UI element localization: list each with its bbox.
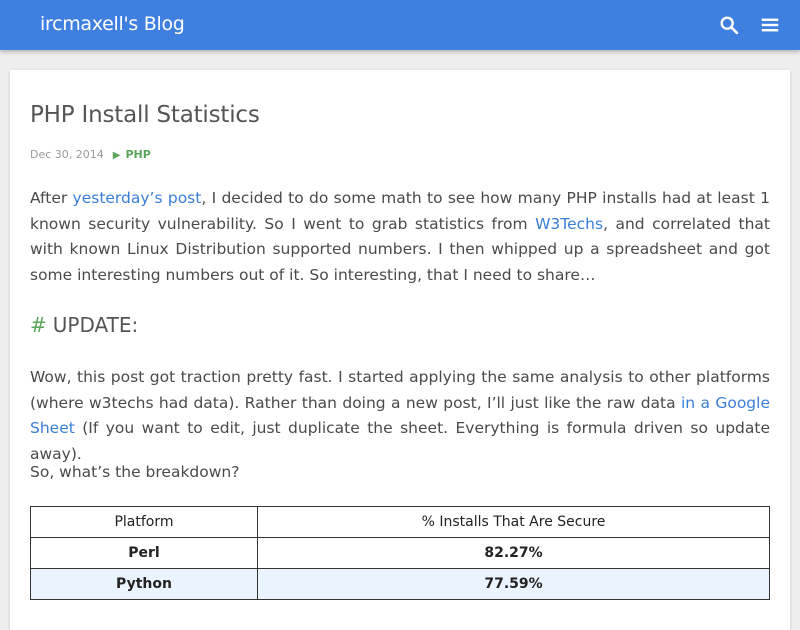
search-icon[interactable] bbox=[718, 14, 740, 36]
intro-paragraph: After yesterday’s post, I decided to do … bbox=[30, 186, 770, 288]
table-header-platform: Platform bbox=[30, 506, 258, 538]
update-text-2: (If you want to edit, just duplicate the… bbox=[30, 419, 770, 463]
yesterdays-post-link[interactable]: yesterday’s post bbox=[73, 189, 202, 207]
table-cell-platform: Perl bbox=[30, 537, 258, 569]
table-header-row: Platform % Installs That Are Secure bbox=[30, 506, 770, 538]
table-row: Python 77.59% bbox=[30, 568, 770, 600]
update-heading-text: UPDATE: bbox=[52, 313, 139, 337]
breakdown-question: So, what’s the breakdown? bbox=[30, 463, 240, 481]
heading-anchor-hash[interactable]: # bbox=[30, 313, 47, 337]
category-link-php[interactable]: PHP bbox=[125, 148, 150, 161]
post-title: PHP Install Statistics bbox=[30, 102, 260, 128]
post-date: Dec 30, 2014 bbox=[30, 148, 104, 161]
update-text-1: Wow, this post got traction pretty fast.… bbox=[30, 368, 770, 412]
table-cell-percent: 82.27% bbox=[257, 537, 770, 569]
table-cell-platform: Python bbox=[30, 568, 258, 600]
table-cell-percent: 77.59% bbox=[257, 568, 770, 600]
post-meta: Dec 30, 2014 ▶ PHP bbox=[30, 148, 151, 162]
table-row: Perl 82.27% bbox=[30, 537, 770, 569]
security-stats-table: Platform % Installs That Are Secure Perl… bbox=[30, 506, 770, 600]
w3techs-link[interactable]: W3Techs bbox=[535, 215, 603, 233]
update-paragraph: Wow, this post got traction pretty fast.… bbox=[30, 365, 770, 467]
triangle-right-icon: ▶ bbox=[112, 150, 121, 161]
intro-text-1: After bbox=[30, 189, 73, 207]
hamburger-menu-icon[interactable] bbox=[759, 14, 781, 36]
top-nav-bar: ircmaxell's Blog bbox=[0, 0, 800, 50]
blog-title-link[interactable]: ircmaxell's Blog bbox=[40, 13, 185, 35]
post-card: PHP Install Statistics Dec 30, 2014 ▶ PHP … bbox=[10, 70, 790, 630]
table-header-secure-percent: % Installs That Are Secure bbox=[257, 506, 770, 538]
update-heading: # UPDATE: bbox=[30, 313, 138, 337]
